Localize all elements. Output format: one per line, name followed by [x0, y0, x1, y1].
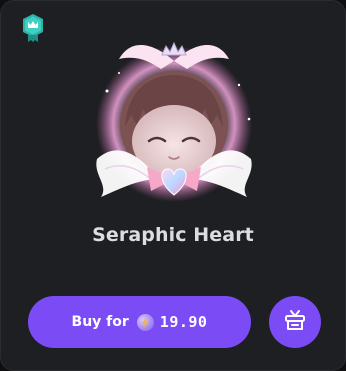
buy-label: Buy for — [71, 314, 129, 330]
item-title: Seraphic Heart — [92, 224, 254, 246]
lightning-orb-icon — [136, 313, 154, 331]
avatar-decoration-image — [79, 29, 269, 219]
crown-badge-icon — [21, 13, 45, 43]
gift-icon — [282, 307, 308, 337]
price-value: 19.90 — [159, 313, 208, 331]
shop-item-card[interactable]: Seraphic Heart Buy for 19.90 — [0, 0, 346, 371]
buy-button[interactable]: Buy for 19.90 — [28, 296, 251, 348]
gift-button[interactable] — [269, 296, 321, 348]
